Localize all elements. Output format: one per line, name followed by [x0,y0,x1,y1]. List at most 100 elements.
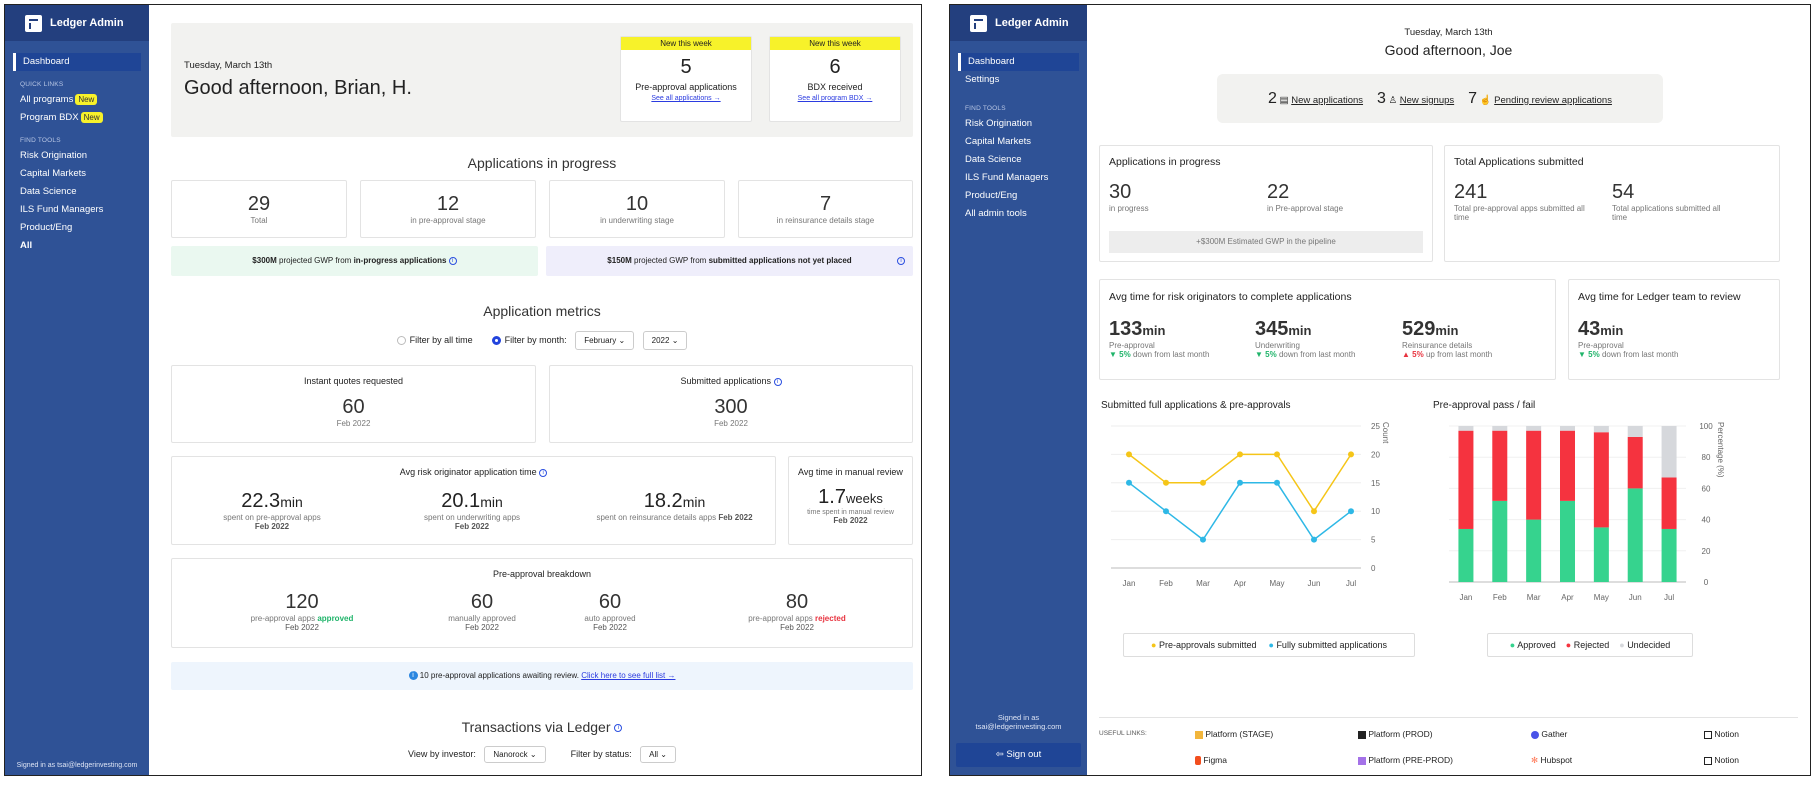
y-tick-label: 100 [1699,422,1713,431]
filter-by-month-radio[interactable] [491,336,501,345]
info-icon[interactable]: i [448,256,457,265]
sidebar-item-all-programs[interactable]: All programs New [13,91,141,109]
hubspot-icon: ✻ [1531,755,1539,765]
bar-segment [1458,430,1474,529]
sidebar-item-data-science[interactable]: Data Science [13,183,141,201]
ledger-logo-icon [970,14,987,32]
bar-segment [1661,477,1677,529]
brand[interactable]: Ledger Admin [5,5,149,41]
stat-label: in progress [1109,204,1149,213]
gwp-in-progress-banner: $300M projected GWP from in-progress app… [171,246,538,276]
info-icon[interactable]: i [773,377,782,386]
bar-chart-legend: ● Approved ● Rejected ● Undecided [1487,633,1693,657]
notion-icon [1704,730,1712,739]
y-tick-label: 60 [1702,484,1711,493]
link-platform-pre-prod[interactable]: Platform (PRE-PROD) [1358,755,1453,765]
bar-segment [1593,432,1609,528]
sidebar-item-all-admin-tools[interactable]: All admin tools [958,205,1079,223]
link-figma[interactable]: Figma [1195,755,1227,766]
sidebar-item-program-bdx[interactable]: Program BDX New [13,109,141,127]
sidebar-item-capital-markets[interactable]: Capital Markets [958,133,1079,151]
link-notion-1[interactable]: Notion [1704,729,1739,739]
see-all-applications-link[interactable]: See all applications → [621,95,751,102]
time-period: Feb 2022 [718,513,753,522]
y-tick-label: 20 [1702,547,1711,556]
time-change: 5% [1588,350,1600,359]
time-label: Pre-approval [1578,341,1624,350]
link-platform-stage[interactable]: Platform (STAGE) [1195,729,1273,739]
info-icon[interactable]: i [539,468,548,477]
chevron-down-icon: ⌄ [660,750,667,759]
platform-pre-prod-icon [1358,756,1366,765]
card-title-row: Avg risk originator application time i [172,467,775,477]
bar-segment [1492,426,1508,431]
time-change-note: up from last month [1425,350,1493,359]
avg-time-reinsurance: 18.2min spent on reinsurance details app… [572,490,777,522]
link-label: Platform (PRE-PROD) [1368,755,1453,765]
filter-all-time-radio[interactable] [396,336,406,345]
stat-label: in pre-approval stage [410,216,486,225]
time-change-row: ▼ 5% down from last month [1255,350,1355,359]
sidebar-item-dashboard[interactable]: Dashboard [958,53,1079,71]
brand[interactable]: Ledger Admin [950,5,1087,41]
info-icon[interactable]: i [614,724,623,733]
bar-chart-panel: Pre-approval pass / fail 0 20 40 60 80 100 Per… [1431,400,1776,660]
link-hubspot[interactable]: ✻ Hubspot [1531,755,1572,766]
breakdown-value: 80 [785,591,809,613]
pill-new-signups[interactable]: 3 ♙ New signups [1377,90,1454,108]
sign-out-button[interactable]: ⇦ Sign out [956,743,1081,767]
sidebar-item-ils-fund-managers[interactable]: ILS Fund Managers [958,169,1079,187]
review-period: Feb 2022 [833,516,868,525]
info-icon[interactable]: i [897,257,905,265]
see-full-list-link[interactable]: Click here to see full list → [581,671,675,680]
sidebar-item-risk-origination[interactable]: Risk Origination [13,147,141,165]
avg-time-pre-approval: 22.3min spent on pre-approval apps Feb 2… [172,490,372,531]
link-platform-prod[interactable]: Platform (PROD) [1358,729,1433,739]
time-label: spent on reinsurance details apps [596,513,717,522]
new-this-week-tag: New this week [770,37,900,50]
pill-count: 3 [1377,89,1386,107]
sidebar-item-product-eng[interactable]: Product/Eng [13,219,141,237]
figma-icon [1195,756,1201,766]
x-tick-label: Jul [1346,579,1356,588]
link-label: Notion [1714,755,1739,765]
sidebar-item-ils-fund-managers[interactable]: ILS Fund Managers [13,201,141,219]
summary-pills: 2 ▤ New applications 3 ♙ New signups 7 ☝… [1217,74,1663,123]
month-select[interactable]: February ⌄ [575,331,635,350]
weekly-card-applications: New this week 5 Pre-approval application… [620,36,752,122]
legend-item-rejected: ● Rejected [1566,640,1609,650]
time-unit: min [480,494,503,510]
sidebar-item-settings[interactable]: Settings [958,71,1079,89]
y-tick-label: 15 [1371,479,1380,488]
breakdown-label: pre-approval apps [250,614,316,623]
breakdown-period: Feb 2022 [465,623,499,632]
breakdown-value: 120 [285,591,319,613]
see-all-bdx-link[interactable]: See all program BDX → [770,95,900,102]
card-value: 300 [714,396,748,418]
sidebar-item-capital-markets[interactable]: Capital Markets [13,165,141,183]
sidebar-item-data-science[interactable]: Data Science [958,151,1079,169]
breakdown-period: Feb 2022 [780,623,814,632]
sidebar-item-risk-origination[interactable]: Risk Origination [958,115,1079,133]
sidebar-item-dashboard[interactable]: Dashboard [13,53,141,71]
bar-segment [1526,519,1542,582]
pill-new-applications[interactable]: 2 ▤ New applications [1268,90,1363,108]
card-title: Submitted applications [680,376,772,386]
pill-pending-review[interactable]: 7 ☝ Pending review applications [1468,90,1612,108]
time-change-row: ▲ 5% up from last month [1402,350,1492,359]
signed-in-label: Signed in as [997,713,1040,722]
x-tick-label: May [1594,593,1609,602]
sidebar-item-all[interactable]: All [13,237,141,255]
time-change-note: down from last month [1132,350,1210,359]
link-gather[interactable]: Gather [1531,729,1567,739]
link-notion-2[interactable]: Notion [1704,755,1739,765]
investor-select[interactable]: Nanorock ⌄ [484,746,546,763]
card-title: Avg time for Ledger team to review [1578,291,1741,303]
breakdown-value: 60 [470,591,494,613]
sidebar-item-product-eng[interactable]: Product/Eng [958,187,1079,205]
status-select[interactable]: All ⌄ [640,746,676,763]
year-select[interactable]: 2022 ⌄ [642,331,688,350]
data-point [1200,536,1206,543]
pill-count: 2 [1268,89,1277,107]
applications-in-progress-card: Applications in progress 30 in progress … [1099,145,1433,262]
